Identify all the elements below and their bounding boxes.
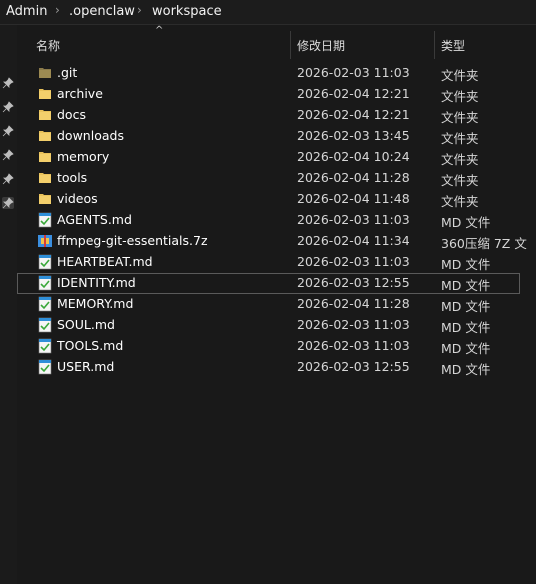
file-modified-date: 2026-02-04 11:28 [297, 296, 410, 311]
column-divider[interactable] [434, 31, 435, 59]
file-row[interactable]: SOUL.md 2026-02-03 11:03 MD 文件 [17, 315, 536, 336]
file-type: MD 文件 [441, 215, 491, 230]
breadcrumb-item-workspace[interactable]: workspace [152, 4, 222, 19]
file-modified-date: 2026-02-03 12:55 [297, 359, 410, 374]
folder-icon [39, 173, 51, 183]
breadcrumb-separator: › [55, 3, 60, 17]
file-row[interactable]: AGENTS.md 2026-02-03 11:03 MD 文件 [17, 210, 536, 231]
file-name: AGENTS.md [57, 212, 132, 227]
file-name: videos [57, 191, 98, 206]
breadcrumb-item-admin[interactable]: Admin [6, 4, 47, 19]
column-header-row: ^ 名称 修改日期 类型 [17, 25, 536, 63]
file-type: 文件夹 [441, 110, 479, 125]
file-row[interactable]: videos 2026-02-04 11:48 文件夹 [17, 189, 536, 210]
file-list-pane: ^ 名称 修改日期 类型 .git 2026-02-03 11:03 文件夹 arch… [17, 25, 536, 584]
file-row[interactable]: HEARTBEAT.md 2026-02-03 11:03 MD 文件 [17, 252, 536, 273]
file-modified-date: 2026-02-03 11:03 [297, 338, 410, 353]
file-modified-date: 2026-02-03 12:55 [297, 275, 410, 290]
archive-file-icon [38, 235, 52, 247]
file-name: USER.md [57, 359, 115, 374]
markdown-file-icon [38, 338, 52, 354]
file-type: 文件夹 [441, 131, 479, 146]
file-name: IDENTITY.md [57, 275, 136, 290]
pin-icon[interactable] [2, 197, 14, 209]
file-name: archive [57, 86, 103, 101]
breadcrumb-item-openclaw[interactable]: .openclaw [69, 4, 135, 19]
file-type: 360压缩 7Z 文 [441, 236, 527, 251]
file-row[interactable]: archive 2026-02-04 12:21 文件夹 [17, 84, 536, 105]
folder-icon [39, 152, 51, 162]
column-header-modified[interactable]: 修改日期 [297, 37, 345, 54]
file-type: 文件夹 [441, 173, 479, 188]
file-modified-date: 2026-02-04 11:28 [297, 170, 410, 185]
file-name: MEMORY.md [57, 296, 134, 311]
markdown-file-icon [38, 275, 52, 291]
hidden-folder-icon [39, 68, 51, 78]
file-type: MD 文件 [441, 299, 491, 314]
file-modified-date: 2026-02-03 11:03 [297, 65, 410, 80]
breadcrumb-separator: › [137, 3, 142, 17]
file-modified-date: 2026-02-04 11:34 [297, 233, 410, 248]
file-modified-date: 2026-02-04 11:48 [297, 191, 410, 206]
pin-icon[interactable] [2, 149, 14, 161]
file-name: HEARTBEAT.md [57, 254, 153, 269]
file-modified-date: 2026-02-03 13:45 [297, 128, 410, 143]
file-row[interactable]: IDENTITY.md 2026-02-03 12:55 MD 文件 [17, 273, 520, 294]
markdown-file-icon [38, 317, 52, 333]
file-name: memory [57, 149, 110, 164]
file-row[interactable]: ffmpeg-git-essentials.7z 2026-02-04 11:34… [17, 231, 536, 252]
folder-icon [39, 194, 51, 204]
pin-icon[interactable] [2, 173, 14, 185]
file-modified-date: 2026-02-03 11:03 [297, 317, 410, 332]
markdown-file-icon [38, 359, 52, 375]
file-name: .git [57, 65, 78, 80]
pin-icon[interactable] [2, 77, 14, 89]
pin-icon[interactable] [2, 101, 14, 113]
file-modified-date: 2026-02-04 12:21 [297, 107, 410, 122]
sort-ascending-icon: ^ [155, 25, 164, 36]
file-row[interactable]: TOOLS.md 2026-02-03 11:03 MD 文件 [17, 336, 536, 357]
file-modified-date: 2026-02-04 10:24 [297, 149, 410, 164]
file-row[interactable]: downloads 2026-02-03 13:45 文件夹 [17, 126, 536, 147]
file-name: tools [57, 170, 88, 185]
file-row[interactable]: docs 2026-02-04 12:21 文件夹 [17, 105, 536, 126]
folder-icon [39, 89, 51, 99]
markdown-file-icon [38, 212, 52, 228]
file-row[interactable]: MEMORY.md 2026-02-04 11:28 MD 文件 [17, 294, 536, 315]
folder-icon [39, 110, 51, 120]
file-type: 文件夹 [441, 194, 479, 209]
file-type: MD 文件 [441, 362, 491, 377]
quick-access-pin-strip [0, 25, 17, 584]
file-name: docs [57, 107, 86, 122]
file-type: MD 文件 [441, 341, 491, 356]
breadcrumb: Admin › .openclaw › workspace [0, 0, 536, 25]
column-divider[interactable] [290, 31, 291, 59]
file-type: MD 文件 [441, 257, 491, 272]
column-header-name[interactable]: 名称 [36, 37, 60, 54]
pin-icon[interactable] [2, 125, 14, 137]
file-name: ffmpeg-git-essentials.7z [57, 233, 208, 248]
file-type: 文件夹 [441, 152, 479, 167]
markdown-file-icon [38, 296, 52, 312]
file-modified-date: 2026-02-03 11:03 [297, 212, 410, 227]
file-row[interactable]: tools 2026-02-04 11:28 文件夹 [17, 168, 536, 189]
file-row[interactable]: memory 2026-02-04 10:24 文件夹 [17, 147, 536, 168]
file-modified-date: 2026-02-04 12:21 [297, 86, 410, 101]
folder-icon [39, 131, 51, 141]
file-type: 文件夹 [441, 89, 479, 104]
file-row[interactable]: USER.md 2026-02-03 12:55 MD 文件 [17, 357, 536, 378]
file-row[interactable]: .git 2026-02-03 11:03 文件夹 [17, 63, 536, 84]
file-name: TOOLS.md [57, 338, 124, 353]
file-type: MD 文件 [441, 278, 491, 293]
file-type: MD 文件 [441, 320, 491, 335]
column-header-type[interactable]: 类型 [441, 37, 465, 54]
file-name: downloads [57, 128, 124, 143]
markdown-file-icon [38, 254, 52, 270]
file-type: 文件夹 [441, 68, 479, 83]
file-modified-date: 2026-02-03 11:03 [297, 254, 410, 269]
file-name: SOUL.md [57, 317, 115, 332]
